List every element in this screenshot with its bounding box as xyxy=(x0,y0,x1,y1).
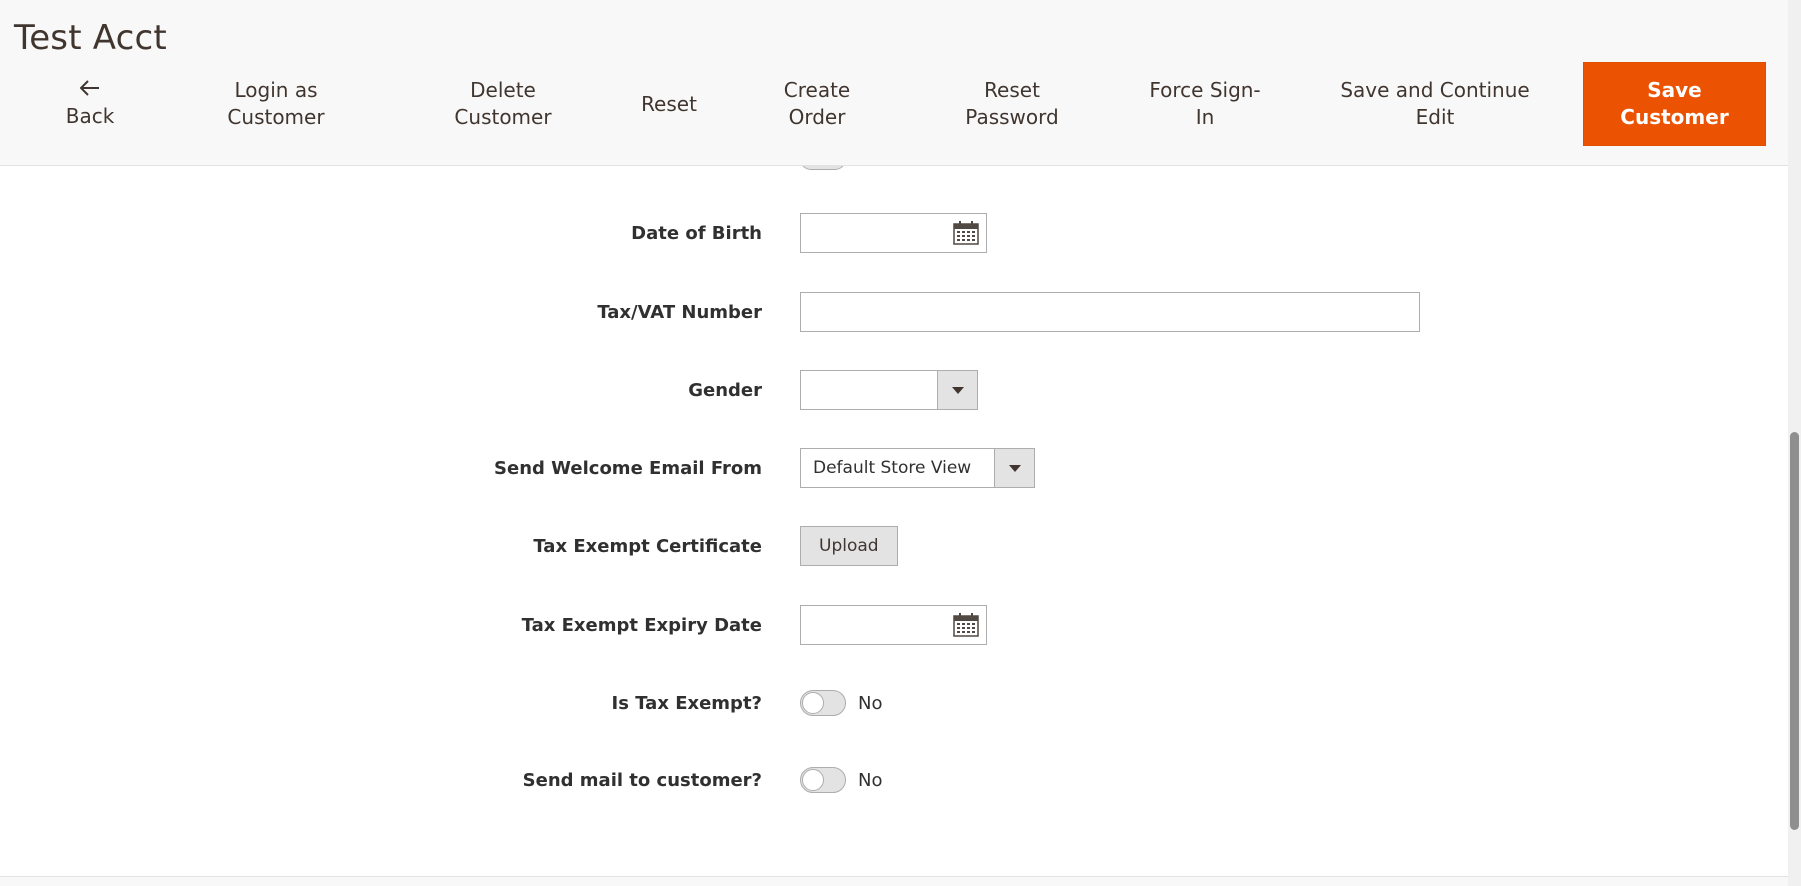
tax-expiry-label: Tax Exempt Expiry Date xyxy=(521,614,762,636)
reset-label: Reset xyxy=(641,91,697,116)
save-and-continue-button[interactable]: Save and Continue Edit xyxy=(1330,62,1540,146)
delete-customer-label-1: Delete xyxy=(470,78,536,102)
reset-password-label-1: Reset xyxy=(984,78,1040,102)
arrow-left-icon xyxy=(79,79,100,101)
force-signin-button[interactable]: Force Sign- In xyxy=(1140,62,1270,146)
welcome-email-label: Send Welcome Email From xyxy=(494,457,762,479)
reset-password-label-2: Password xyxy=(965,105,1059,129)
gender-row: Gender xyxy=(0,370,1788,410)
tax-cert-label: Tax Exempt Certificate xyxy=(533,535,762,557)
taxvat-row: Tax/VAT Number xyxy=(0,292,1788,332)
toggle-knob xyxy=(802,692,824,714)
actions-toolbar: Back Login as Customer Delete Customer R… xyxy=(0,62,1788,146)
send-mail-row: Send mail to customer? No xyxy=(0,760,1788,800)
calendar-icon[interactable] xyxy=(953,613,979,637)
send-mail-state: No xyxy=(858,769,883,791)
taxvat-label: Tax/VAT Number xyxy=(597,301,762,323)
customer-edit-page: Test Acct Back Login as Customer Delete … xyxy=(0,0,1801,886)
is-tax-exempt-toggle[interactable] xyxy=(800,690,846,716)
reset-password-button[interactable]: Reset Password xyxy=(952,62,1072,146)
taxvat-input[interactable] xyxy=(800,292,1420,332)
delete-customer-label-2: Customer xyxy=(454,105,552,129)
gender-select[interactable] xyxy=(800,370,978,410)
dob-label: Date of Birth xyxy=(631,222,762,244)
page-title: Test Acct xyxy=(14,18,167,58)
tax-expiry-field xyxy=(800,605,987,645)
save-customer-label-1: Save xyxy=(1647,78,1702,102)
send-mail-label: Send mail to customer? xyxy=(522,769,762,791)
toggle-knob xyxy=(802,769,824,791)
delete-customer-button[interactable]: Delete Customer xyxy=(443,62,563,146)
dob-field xyxy=(800,213,987,253)
save-continue-label-1: Save and Continue xyxy=(1340,78,1530,102)
reset-button[interactable]: Reset xyxy=(628,62,710,146)
login-as-customer-label-1: Login as xyxy=(234,78,318,102)
save-customer-label-2: Customer xyxy=(1620,105,1729,129)
upload-button[interactable]: Upload xyxy=(800,526,898,566)
force-signin-label-2: In xyxy=(1195,105,1215,129)
save-continue-label-2: Edit xyxy=(1415,105,1455,129)
welcome-email-select[interactable]: Default Store View xyxy=(800,448,1035,488)
is-tax-exempt-state: No xyxy=(858,692,883,714)
chevron-down-icon xyxy=(937,371,977,409)
vertical-scrollbar[interactable] xyxy=(1788,0,1801,886)
welcome-email-row: Send Welcome Email From Default Store Vi… xyxy=(0,448,1788,488)
send-mail-toggle[interactable] xyxy=(800,767,846,793)
login-as-customer-button[interactable]: Login as Customer xyxy=(206,62,346,146)
chevron-down-icon xyxy=(994,449,1034,487)
send-mail-switch: No xyxy=(800,760,882,800)
force-signin-label-1: Force Sign- xyxy=(1149,78,1261,102)
back-label: Back xyxy=(65,103,115,128)
is-tax-exempt-label: Is Tax Exempt? xyxy=(611,692,762,714)
create-order-label-1: Create xyxy=(783,78,851,102)
page-bottom-divider xyxy=(0,876,1788,886)
back-button[interactable]: Back xyxy=(40,62,140,146)
page-actions-header: Test Acct Back Login as Customer Delete … xyxy=(0,0,1788,166)
dob-row: Date of Birth xyxy=(0,213,1788,253)
is-tax-exempt-row: Is Tax Exempt? No xyxy=(0,683,1788,723)
calendar-icon[interactable] xyxy=(953,221,979,245)
tax-cert-row: Tax Exempt Certificate Upload xyxy=(0,526,1788,566)
save-customer-button[interactable]: Save Customer xyxy=(1583,62,1766,146)
login-as-customer-label-2: Customer xyxy=(227,105,325,129)
scrollbar-thumb[interactable] xyxy=(1790,432,1799,830)
create-order-label-2: Order xyxy=(788,105,846,129)
is-tax-exempt-switch: No xyxy=(800,683,882,723)
create-order-button[interactable]: Create Order xyxy=(770,62,864,146)
gender-label: Gender xyxy=(688,379,762,401)
tax-expiry-row: Tax Exempt Expiry Date xyxy=(0,605,1788,645)
